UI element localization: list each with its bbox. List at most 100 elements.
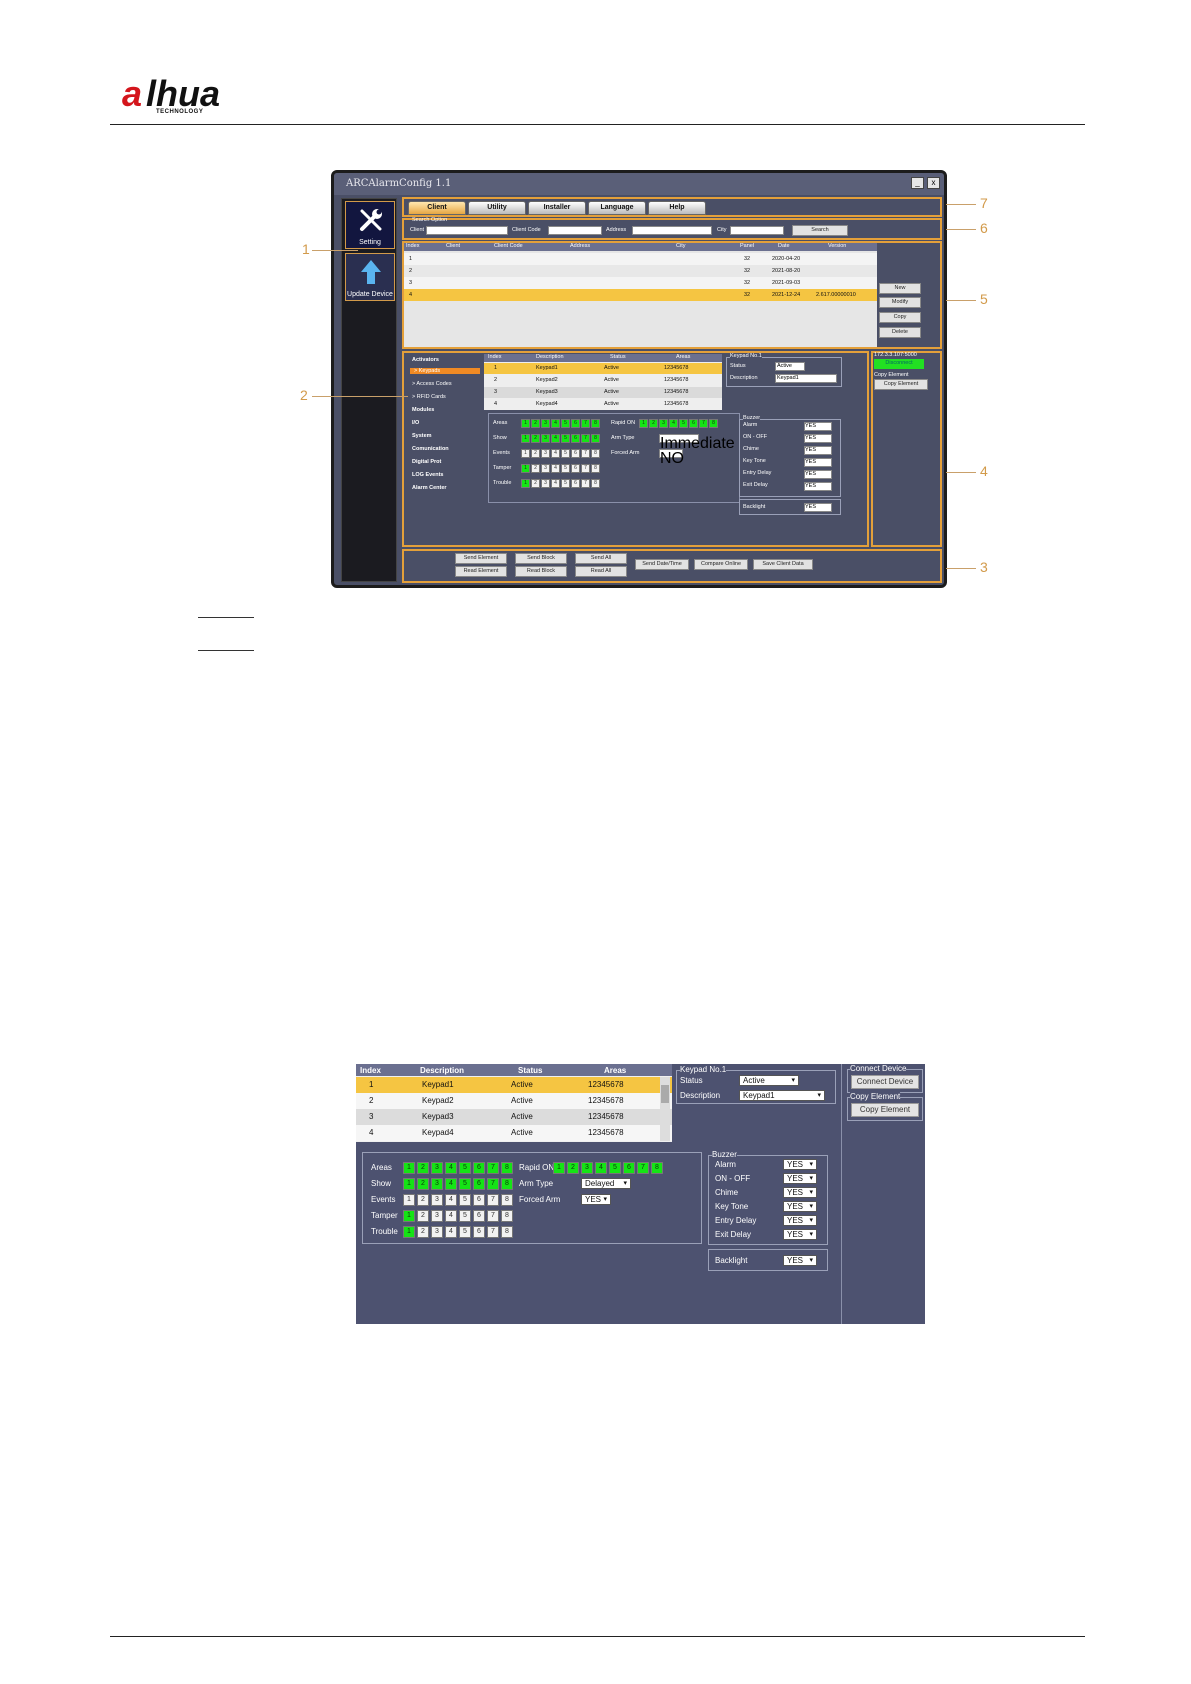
areas-toggle-3[interactable]: 3 <box>541 419 550 428</box>
show-toggle-1[interactable]: 1 <box>521 434 530 443</box>
chime-select[interactable]: YES <box>783 1187 817 1198</box>
tab-client[interactable]: Client <box>408 201 466 215</box>
nav-rfid-cards[interactable]: > RFID Cards <box>412 394 446 400</box>
events-toggle-8[interactable]: 8 <box>591 449 600 458</box>
copy-element-button[interactable]: Copy Element <box>874 379 928 390</box>
tamper-toggle-7[interactable]: 7 <box>487 1210 499 1222</box>
events-toggle-1[interactable]: 1 <box>403 1194 415 1206</box>
nav-log-events[interactable]: LOG Events <box>412 472 443 478</box>
nav-io[interactable]: I/O <box>412 420 419 426</box>
tamper-toggle-4[interactable]: 4 <box>445 1210 457 1222</box>
copy-element-button[interactable]: Copy Element <box>851 1103 919 1117</box>
tamper-toggle-2[interactable]: 2 <box>531 464 540 473</box>
trouble-toggle-1[interactable]: 1 <box>521 479 530 488</box>
table-row[interactable]: 3 Keypad3 Active 12345678 <box>484 387 722 398</box>
read-element-button[interactable]: Read Element <box>455 566 507 577</box>
tab-help[interactable]: Help <box>648 201 706 215</box>
areas-toggle-2[interactable]: 2 <box>531 419 540 428</box>
events-toggle-8[interactable]: 8 <box>501 1194 513 1206</box>
tamper-toggle-6[interactable]: 6 <box>473 1210 485 1222</box>
delete-button[interactable]: Delete <box>879 327 921 338</box>
nav-alarm-center[interactable]: Alarm Center <box>412 485 447 491</box>
show-toggle-8[interactable]: 8 <box>591 434 600 443</box>
trouble-toggle-1[interactable]: 1 <box>403 1226 415 1238</box>
show-toggle-3[interactable]: 3 <box>431 1178 443 1190</box>
send-all-button[interactable]: Send All <box>575 553 627 564</box>
rapid-on-toggle-2[interactable]: 2 <box>649 419 658 428</box>
compare-online-button[interactable]: Compare Online <box>694 559 748 570</box>
areas-toggle-4[interactable]: 4 <box>551 419 560 428</box>
table-row[interactable]: 4 Keypad4 Active 12345678 <box>484 399 722 410</box>
backlight-select[interactable]: YES <box>783 1255 817 1266</box>
events-toggle-5[interactable]: 5 <box>459 1194 471 1206</box>
tamper-toggle-8[interactable]: 8 <box>591 464 600 473</box>
show-toggle-5[interactable]: 5 <box>561 434 570 443</box>
key-tone-select[interactable]: YES <box>783 1201 817 1212</box>
rapid-on-toggle-6[interactable]: 6 <box>689 419 698 428</box>
exit-delay-select[interactable]: YES <box>804 482 832 491</box>
events-toggle-4[interactable]: 4 <box>551 449 560 458</box>
events-toggle-6[interactable]: 6 <box>571 449 580 458</box>
events-toggle-3[interactable]: 3 <box>541 449 550 458</box>
client-code-input[interactable] <box>548 226 602 235</box>
table-row[interactable]: 2 Keypad2 Active 12345678 <box>356 1093 672 1109</box>
alarm-select[interactable]: YES <box>804 422 832 431</box>
tab-installer[interactable]: Installer <box>528 201 586 215</box>
forced-arm-select[interactable]: NO <box>659 449 684 467</box>
areas-toggle-6[interactable]: 6 <box>473 1162 485 1174</box>
scrollbar-thumb[interactable] <box>661 1085 669 1103</box>
exit-delay-select[interactable]: YES <box>783 1229 817 1240</box>
trouble-toggle-5[interactable]: 5 <box>561 479 570 488</box>
backlight-select[interactable]: YES <box>804 503 832 512</box>
read-all-button[interactable]: Read All <box>575 566 627 577</box>
nav-system[interactable]: System <box>412 433 432 439</box>
send-element-button[interactable]: Send Element <box>455 553 507 564</box>
tamper-toggle-3[interactable]: 3 <box>431 1210 443 1222</box>
rapid-on-toggle-2[interactable]: 2 <box>567 1162 579 1174</box>
areas-toggle-3[interactable]: 3 <box>431 1162 443 1174</box>
rapid-on-toggle-7[interactable]: 7 <box>637 1162 649 1174</box>
close-button[interactable]: x <box>927 177 940 189</box>
trouble-toggle-7[interactable]: 7 <box>487 1226 499 1238</box>
update-device-tile[interactable]: Update Device <box>345 253 395 301</box>
nav-keypads[interactable]: > Keypads <box>410 368 480 374</box>
trouble-toggle-6[interactable]: 6 <box>571 479 580 488</box>
trouble-toggle-6[interactable]: 6 <box>473 1226 485 1238</box>
new-button[interactable]: New <box>879 283 921 294</box>
trouble-toggle-2[interactable]: 2 <box>531 479 540 488</box>
show-toggle-1[interactable]: 1 <box>403 1178 415 1190</box>
nav-modules[interactable]: Modules <box>412 407 434 413</box>
tamper-toggle-6[interactable]: 6 <box>571 464 580 473</box>
tamper-toggle-5[interactable]: 5 <box>561 464 570 473</box>
table-row[interactable]: 4 Keypad4 Active 12345678 <box>356 1125 672 1141</box>
status-select[interactable]: Active <box>739 1075 799 1086</box>
rapid-on-toggle-4[interactable]: 4 <box>669 419 678 428</box>
areas-toggle-5[interactable]: 5 <box>459 1162 471 1174</box>
events-toggle-3[interactable]: 3 <box>431 1194 443 1206</box>
events-toggle-5[interactable]: 5 <box>561 449 570 458</box>
areas-toggle-5[interactable]: 5 <box>561 419 570 428</box>
trouble-toggle-3[interactable]: 3 <box>541 479 550 488</box>
arm-type-select[interactable]: Delayed <box>581 1178 631 1189</box>
events-toggle-2[interactable]: 2 <box>417 1194 429 1206</box>
tamper-toggle-5[interactable]: 5 <box>459 1210 471 1222</box>
trouble-toggle-4[interactable]: 4 <box>551 479 560 488</box>
nav-comunication[interactable]: Comunication <box>412 446 449 452</box>
modify-button[interactable]: Modify <box>879 297 921 308</box>
rapid-on-toggle-1[interactable]: 1 <box>639 419 648 428</box>
connect-device-button[interactable]: Connect Device <box>851 1075 919 1089</box>
tamper-toggle-8[interactable]: 8 <box>501 1210 513 1222</box>
rapid-on-toggle-8[interactable]: 8 <box>709 419 718 428</box>
trouble-toggle-2[interactable]: 2 <box>417 1226 429 1238</box>
chime-select[interactable]: YES <box>804 446 832 455</box>
trouble-toggle-7[interactable]: 7 <box>581 479 590 488</box>
nav-access-codes[interactable]: > Access Codes <box>412 381 452 387</box>
rapid-on-toggle-5[interactable]: 5 <box>679 419 688 428</box>
entry-delay-select[interactable]: YES <box>783 1215 817 1226</box>
rapid-on-toggle-4[interactable]: 4 <box>595 1162 607 1174</box>
on-off-select[interactable]: YES <box>804 434 832 443</box>
table-row-selected[interactable]: 1 Keypad1 Active 12345678 <box>356 1077 672 1093</box>
show-toggle-7[interactable]: 7 <box>487 1178 499 1190</box>
show-toggle-7[interactable]: 7 <box>581 434 590 443</box>
setting-tile[interactable]: Setting <box>345 201 395 249</box>
